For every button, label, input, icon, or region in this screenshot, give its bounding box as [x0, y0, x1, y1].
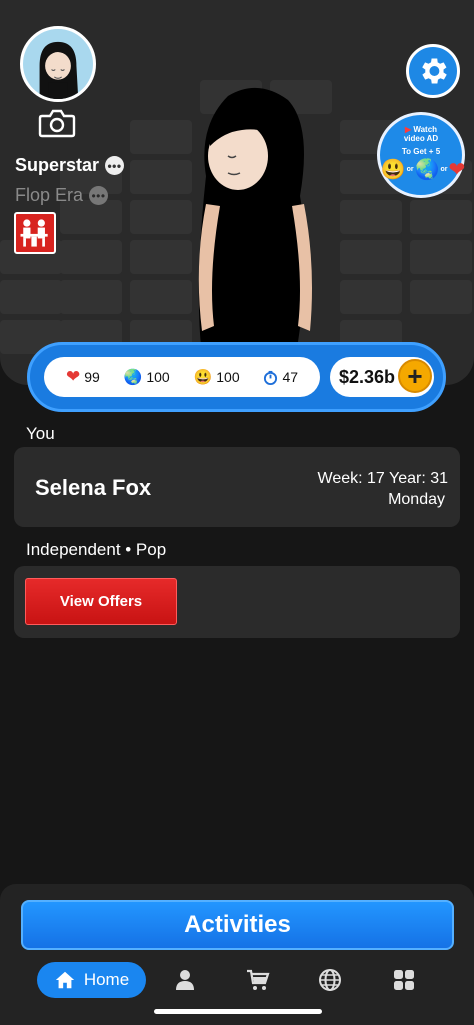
title-flop-era[interactable]: Flop Era •••	[15, 185, 109, 206]
stats-pill[interactable]: ❤ 99 🌏 100 😃 100 47	[44, 357, 320, 397]
settings-button[interactable]	[406, 44, 460, 98]
day-text: Monday	[388, 491, 445, 508]
tab-home[interactable]: Home	[37, 962, 146, 998]
tab-more[interactable]	[392, 968, 416, 992]
gear-icon	[422, 58, 447, 84]
artist-name: Selena Fox	[35, 475, 152, 500]
label-card: View Offers	[14, 566, 460, 638]
stats-bar: ❤ 99 🌏 100 😃 100 47 $2.36b +	[27, 342, 446, 412]
ad-watch-text: ▶ Watch video AD	[403, 125, 439, 143]
ad-reward-icons: 😃 or 🌏 or ❤	[380, 159, 466, 181]
stat-health: ❤ 99	[65, 367, 100, 386]
money-value: $2.36b	[339, 366, 396, 387]
ellipsis-icon[interactable]: •••	[89, 186, 109, 205]
stat-energy: 47	[263, 369, 298, 385]
artist-card[interactable]: Selena Fox Week: 17 Year: 31 Monday	[14, 447, 460, 527]
smiley-icon: 😃	[380, 159, 406, 181]
stat-world: 🌏 100	[123, 369, 170, 386]
view-offers-button[interactable]: View Offers	[25, 578, 177, 625]
tab-world[interactable]	[318, 968, 342, 992]
label-section-label: Independent • Pop	[26, 540, 167, 559]
person-icon	[176, 970, 194, 990]
tab-profile[interactable]	[173, 968, 197, 992]
record-label-icon[interactable]	[14, 212, 56, 254]
globe-icon: 🌏	[414, 159, 440, 181]
camera-icon[interactable]	[38, 108, 76, 138]
stat-happiness: 😃 100	[193, 369, 240, 386]
home-icon	[55, 971, 74, 989]
tab-home-label: Home	[83, 970, 130, 989]
home-indicator	[154, 1009, 322, 1014]
avatar-icon	[23, 29, 93, 99]
money-pill[interactable]: $2.36b +	[330, 357, 434, 397]
ad-reward-text: To Get + 5	[401, 147, 441, 156]
ellipsis-icon[interactable]: •••	[105, 156, 125, 175]
character-model	[188, 86, 328, 357]
grid-icon	[394, 970, 414, 990]
smiley-icon: 😃	[193, 369, 213, 386]
globe-icon	[319, 969, 341, 991]
bottom-panel: Activities Home	[0, 884, 474, 1025]
cart-icon	[247, 969, 270, 990]
stopwatch-icon	[264, 370, 278, 385]
tab-bar: Home	[0, 960, 474, 1000]
heart-icon: ❤	[448, 159, 466, 181]
heart-icon: ❤	[65, 367, 81, 386]
week-year-text: Week: 17 Year: 31	[317, 470, 448, 487]
activities-button[interactable]: Activities	[21, 900, 454, 950]
avatar[interactable]	[20, 26, 96, 102]
you-section-label: You	[26, 424, 55, 443]
watch-ad-button[interactable]: ▶ Watch video AD To Get + 5 😃 or 🌏 or ❤	[377, 112, 465, 198]
title-secondary-text: Flop Era	[15, 185, 84, 205]
title-superstar[interactable]: Superstar •••	[15, 155, 125, 176]
tab-shop[interactable]	[246, 968, 270, 992]
globe-icon: 🌏	[123, 369, 143, 386]
title-primary-text: Superstar	[15, 155, 100, 175]
add-money-button[interactable]: +	[398, 359, 432, 393]
hero-section: Superstar ••• Flop Era ••• ▶ Watch video…	[0, 0, 474, 385]
